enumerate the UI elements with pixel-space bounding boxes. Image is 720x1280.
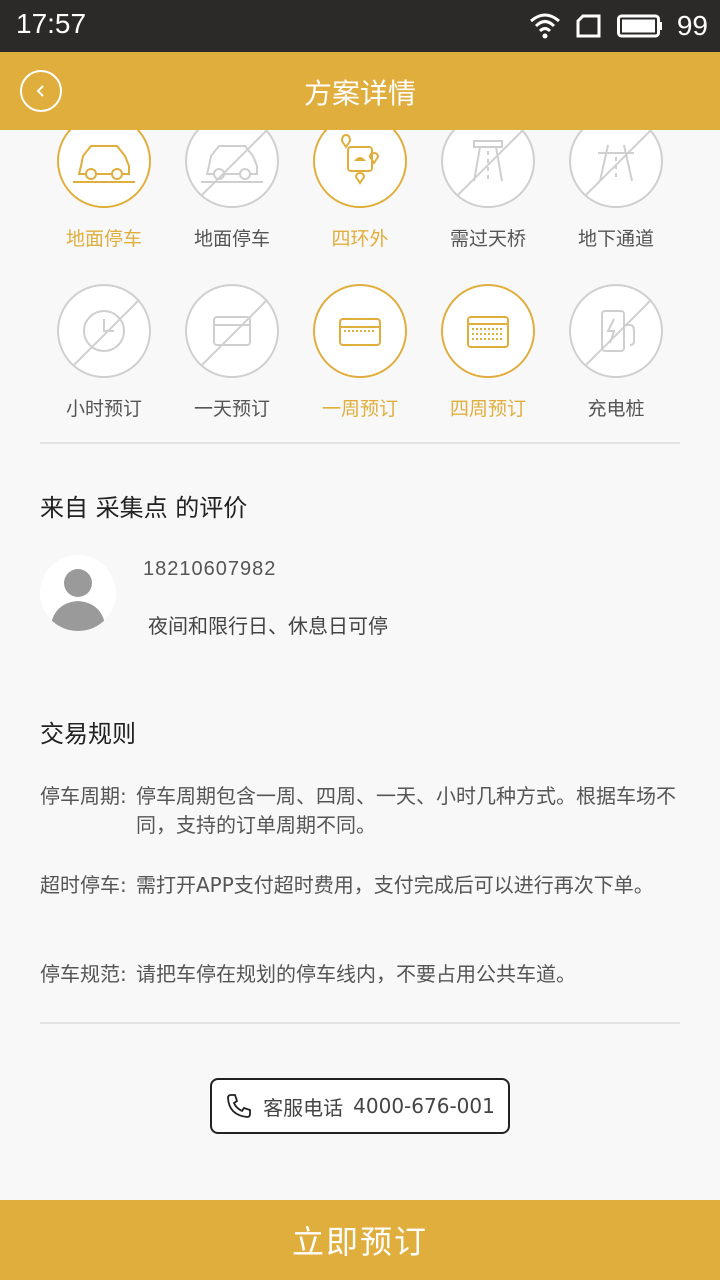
status-time: 17:57 (16, 8, 87, 39)
review-text: 夜间和限行日、休息日可停 (148, 614, 388, 638)
service-label: 客服电话 (263, 1095, 344, 1120)
rule-item: 超时停车: 需打开APP支付超时费用，支付完成后可以进行再次下单。 (40, 871, 680, 900)
page-title: 方案详情 (303, 77, 416, 110)
rule-key: 超时停车: (40, 873, 127, 897)
rule-key: 停车规范: (40, 962, 127, 986)
feature-label: 四环外 (331, 228, 389, 250)
overpass-icon (473, 140, 503, 182)
divider (40, 1022, 680, 1024)
card-icon (339, 318, 381, 346)
feature-hourly-booking: 小时预订 (44, 284, 164, 421)
customer-service-button[interactable]: 客服电话 4000-676-001 (210, 1078, 510, 1134)
feature-underpass: 地下通道 (556, 130, 676, 251)
calendar-card-icon (467, 316, 509, 348)
book-now-button[interactable]: 立即预订 (0, 1200, 720, 1280)
feature-label: 四周预订 (449, 398, 526, 420)
reviews-title: 来自 采集点 的评价 (40, 494, 248, 522)
map-pin-icon (340, 133, 380, 185)
phone-icon (227, 1094, 252, 1118)
feature-label: 一天预订 (193, 398, 270, 420)
feature-label: 地面停车 (65, 228, 142, 250)
user-silhouette-icon (50, 569, 106, 631)
feature-four-week-booking: 四周预订 (428, 284, 548, 421)
feature-outside-4th-ring: 四环外 (300, 130, 420, 251)
feature-charging-pile: 充电桩 (556, 284, 676, 421)
battery-level: 99 (676, 10, 708, 41)
feature-label: 小时预订 (65, 398, 142, 420)
service-phone: 4000-676-001 (353, 1094, 495, 1118)
sim-card-icon (576, 14, 601, 38)
avatar (40, 555, 116, 631)
rule-value: 请把车停在规划的停车线内，不要占用公共车道。 (136, 962, 576, 986)
rule-item: 停车规范: 请把车停在规划的停车线内，不要占用公共车道。 (40, 960, 680, 989)
feature-label: 地面停车 (193, 228, 270, 250)
wifi-icon (529, 13, 560, 39)
feature-label: 地下通道 (577, 228, 654, 250)
rule-value: 停车周期包含一周、四周、一天、小时几种方式。根据车场不同，支持的订单周期不同。 (136, 784, 676, 837)
card-icon (213, 316, 251, 346)
charging-pile-icon (601, 310, 635, 352)
underpass-icon (598, 144, 634, 182)
clock-icon (83, 310, 125, 352)
rule-value: 需打开APP支付超时费用，支付完成后可以进行再次下单。 (136, 873, 654, 897)
feature-label: 一周预订 (321, 398, 398, 420)
reviewer-phone: 18210607982 (143, 558, 277, 580)
app-bar: 方案详情 (0, 52, 720, 130)
battery-icon (616, 14, 662, 38)
rules-title: 交易规则 (40, 720, 136, 748)
feature-label: 充电桩 (587, 398, 645, 420)
feature-ground-parking: 地面停车 (44, 130, 164, 251)
feature-weekly-booking: 一周预订 (300, 284, 420, 421)
rule-item: 停车周期: 停车周期包含一周、四周、一天、小时几种方式。根据车场不同，支持的订单… (40, 782, 680, 840)
status-bar: 17:57 99 (0, 0, 720, 52)
feature-ground-parking-off: 地面停车 (172, 130, 292, 251)
plan-details-content[interactable]: 地面停车 地面停车 四环外 需过天桥 地下通道 小时预订 一天预订 一周预订 四… (0, 130, 720, 1200)
feature-label: 需过天桥 (449, 228, 526, 250)
divider (40, 442, 680, 444)
car-icon (201, 145, 263, 183)
feature-daily-booking: 一天预订 (172, 284, 292, 421)
car-icon (73, 145, 135, 183)
rule-key: 停车周期: (40, 784, 127, 808)
status-icons: 99 (529, 6, 708, 46)
feature-overpass: 需过天桥 (428, 130, 548, 251)
